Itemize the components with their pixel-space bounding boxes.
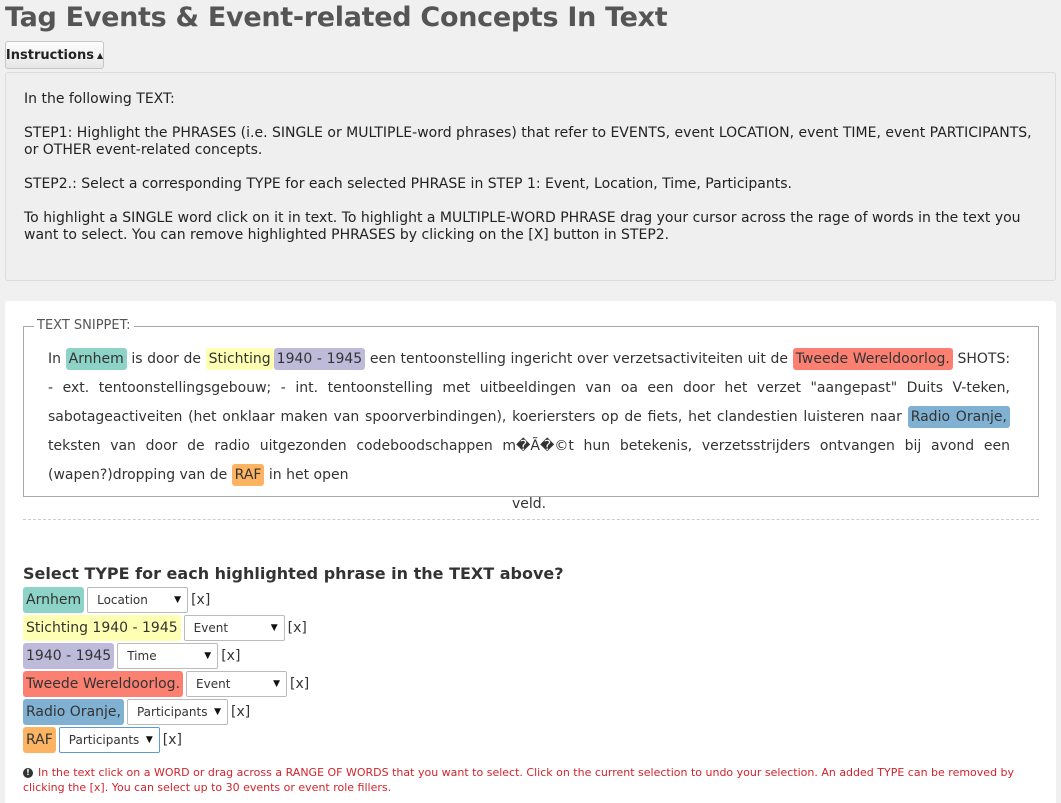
dropdown-arrow-icon: ▼ [273, 679, 281, 689]
snippet-text[interactable]: is door de [131, 351, 201, 367]
help-note: ! In the text click on a WORD or drag acr… [23, 765, 1043, 795]
remove-button[interactable]: [x] [231, 704, 250, 720]
type-select-value: Location [97, 593, 148, 607]
instructions-step1: STEP1: Highlight the PHRASES (i.e. SINGL… [24, 125, 1032, 158]
snippet-text[interactable]: veld. [48, 490, 1010, 519]
instructions-intro: In the following TEXT: [24, 91, 175, 107]
remove-button[interactable]: [x] [163, 732, 182, 748]
type-row: RAF Participants ▼ [x] [23, 727, 182, 753]
type-row: Tweede Wereldoorlog. Event ▼ [x] [23, 671, 309, 697]
type-row: Radio Oranje, Participants ▼ [x] [23, 699, 250, 725]
remove-button[interactable]: [x] [288, 620, 307, 636]
highlight-participants[interactable]: RAF [231, 464, 265, 486]
caret-up-icon: ▲ [96, 50, 104, 60]
highlight-location[interactable]: Arnhem [65, 348, 127, 370]
dropdown-arrow-icon: ▼ [214, 707, 221, 717]
help-note-text: In the text click on a WORD or drag acro… [23, 766, 1015, 794]
text-snippet-box: TEXT SNIPPET: In Arnhem is door de Stich… [23, 318, 1039, 512]
info-icon: ! [23, 768, 33, 778]
remove-button[interactable]: [x] [191, 592, 210, 608]
type-select-value: Event [196, 677, 231, 691]
instructions-step2: STEP2.: Select a corresponding TYPE for … [24, 176, 792, 192]
type-row: Stichting 1940 - 1945 Event ▼ [x] [23, 615, 307, 641]
instructions-panel: In the following TEXT: STEP1: Highlight … [5, 72, 1056, 281]
snippet-text[interactable]: een tentoonstelling ingericht over verze… [370, 351, 788, 367]
remove-button[interactable]: [x] [221, 648, 240, 664]
select-type-heading: Select TYPE for each highlighted phrase … [23, 564, 564, 583]
phrase-label: Radio Oranje, [23, 699, 124, 725]
phrase-label: Stichting 1940 - 1945 [23, 615, 181, 641]
instructions-toggle-button[interactable]: Instructions ▲ [5, 41, 104, 69]
snippet-text[interactable]: teksten van door de radio uitgezonden co… [48, 438, 1010, 483]
type-select[interactable]: Participants ▼ [58, 727, 160, 753]
type-row: Arnhem Location ▼ [x] [23, 587, 210, 613]
phrase-label: Arnhem [23, 587, 85, 613]
type-row: 1940 - 1945 Time ▼ [x] [23, 643, 240, 669]
annotation-panel: TEXT SNIPPET: In Arnhem is door de Stich… [5, 301, 1056, 803]
highlight-participants[interactable]: Radio Oranje, [907, 406, 1010, 428]
dropdown-arrow-icon: ▼ [145, 735, 153, 745]
page-title: Tag Events & Event-related Concepts In T… [5, 2, 668, 33]
type-select-value: Participants [136, 705, 208, 719]
text-snippet-body[interactable]: In Arnhem is door de Stichting 1940 - 194… [48, 345, 1010, 519]
highlight-time[interactable]: 1940 - 1945 [273, 348, 366, 370]
dropdown-arrow-icon: ▼ [270, 623, 278, 633]
highlight-event[interactable]: Stichting [205, 348, 274, 370]
section-divider [23, 519, 1039, 520]
phrase-label: 1940 - 1945 [23, 643, 115, 669]
text-snippet-legend: TEXT SNIPPET: [34, 318, 134, 334]
instructions-button-label: Instructions [5, 47, 94, 63]
type-select[interactable]: Event ▼ [186, 671, 288, 697]
type-select-value: Event [193, 621, 229, 635]
phrase-label: Tweede Wereldoorlog. [23, 671, 184, 697]
dropdown-arrow-icon: ▼ [174, 595, 182, 605]
type-select-value: Time [127, 649, 157, 663]
type-select[interactable]: Time ▼ [117, 643, 219, 669]
remove-button[interactable]: [x] [290, 676, 309, 692]
type-select[interactable]: Participants ▼ [126, 699, 228, 725]
dropdown-arrow-icon: ▼ [204, 651, 212, 661]
instructions-highlight-help: To highlight a SINGLE word click on it i… [24, 210, 1021, 243]
highlight-event[interactable]: Tweede Wereldoorlog. [792, 348, 953, 370]
snippet-text[interactable]: in het open [269, 467, 349, 483]
type-select-value: Participants [68, 733, 140, 747]
snippet-text[interactable]: In [48, 351, 61, 367]
type-select[interactable]: Location ▼ [87, 587, 189, 613]
phrase-label: RAF [23, 727, 56, 753]
type-select[interactable]: Event ▼ [183, 615, 285, 641]
